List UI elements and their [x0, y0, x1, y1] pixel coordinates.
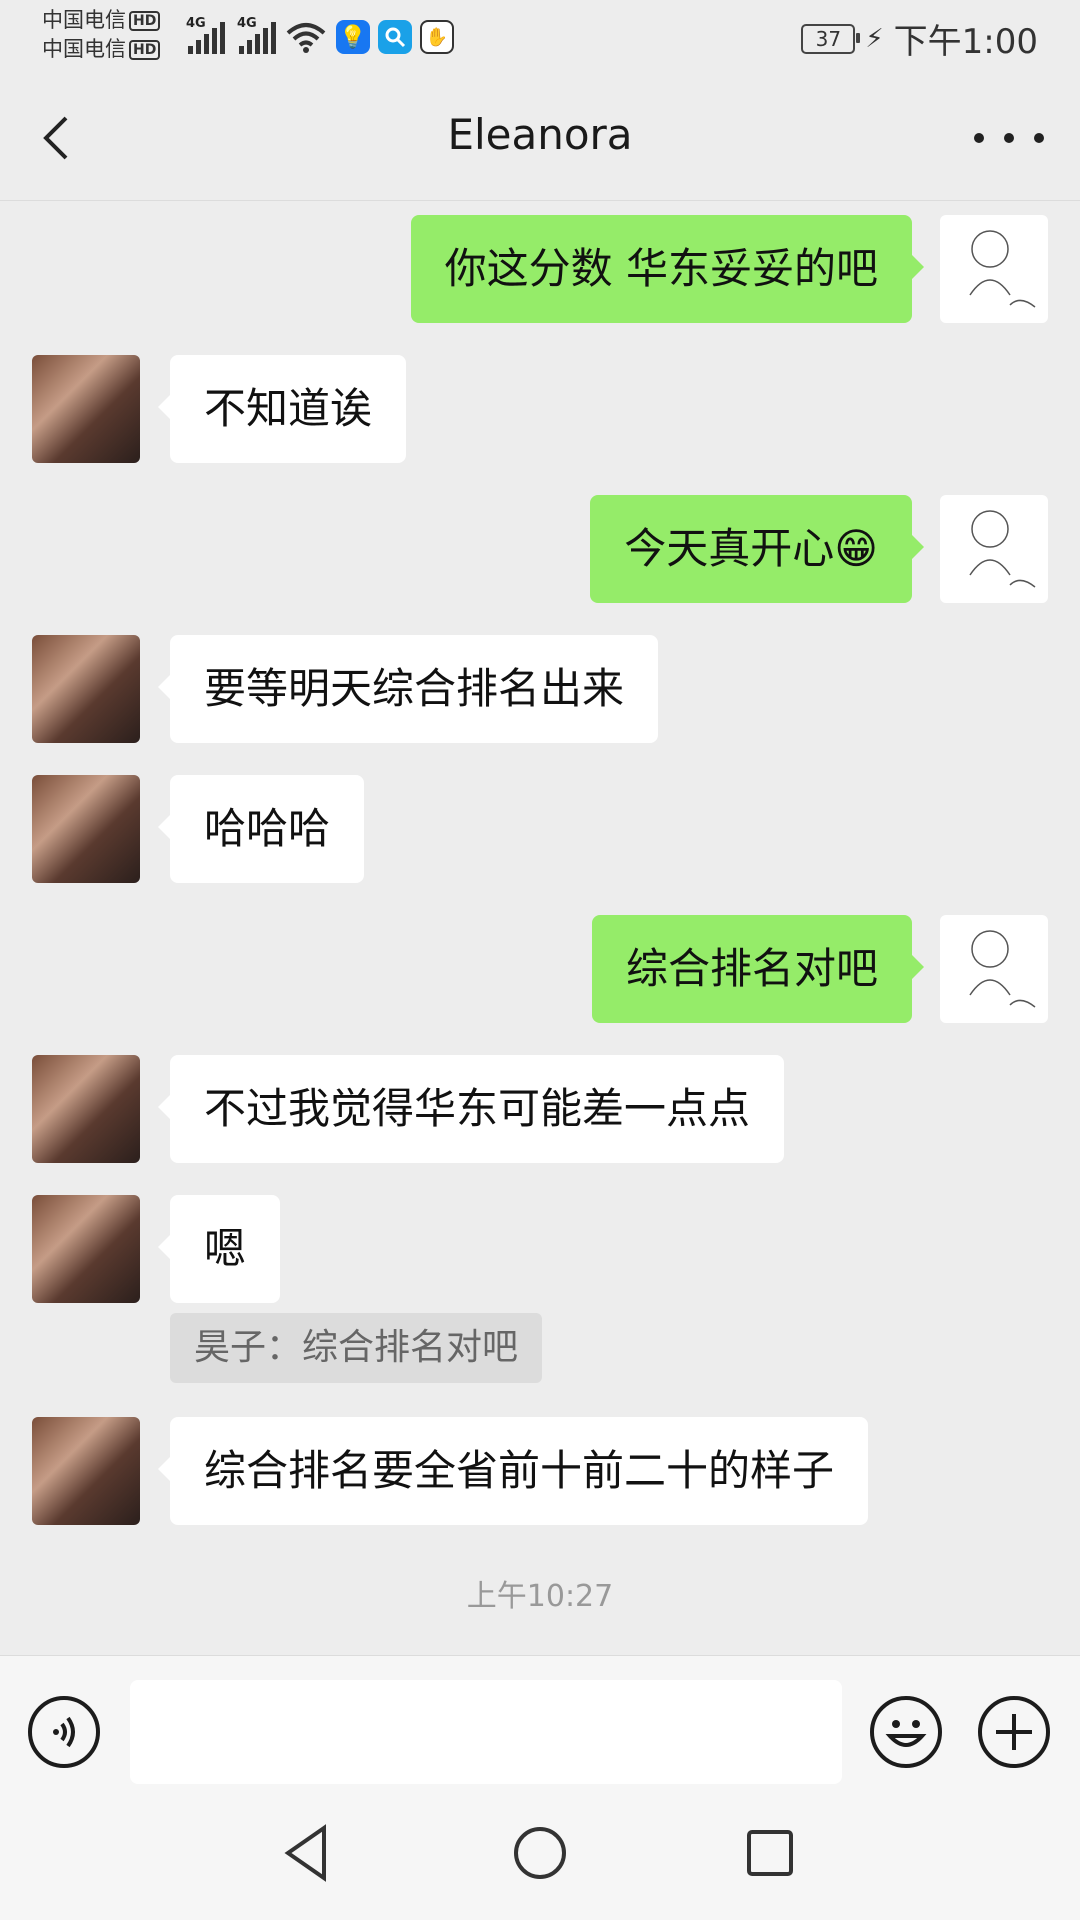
contact-avatar[interactable]	[32, 1417, 140, 1525]
carrier-2: 中国电信	[42, 37, 126, 61]
chat-title: Eleanora	[447, 110, 633, 159]
status-icons: 4G 4G 💡 ✋	[186, 14, 454, 60]
nav-home-icon[interactable]	[505, 1818, 575, 1888]
contact-avatar[interactable]	[32, 1055, 140, 1163]
more-options-icon[interactable]	[974, 116, 1044, 160]
contact-avatar[interactable]	[32, 1195, 140, 1303]
contact-avatar[interactable]	[32, 635, 140, 743]
status-bar: 中国电信 HD 中国电信 HD 4G 4G 💡 ✋ 37 ⚡ 下午1:00	[0, 0, 1080, 76]
contact-avatar[interactable]	[32, 355, 140, 463]
message-bubble-sent[interactable]: 你这分数 华东妥妥的吧	[410, 215, 925, 323]
voice-input-button[interactable]	[28, 1696, 100, 1768]
my-avatar[interactable]	[940, 495, 1048, 603]
wifi-icon	[286, 23, 326, 53]
search-app-icon	[378, 20, 412, 54]
message-list[interactable]: 你这分数 华东妥妥的吧 不知道诶 今天真开心😁 要等明天综合排名出来 哈哈哈 综…	[0, 201, 1080, 1655]
hand-app-icon: ✋	[420, 20, 454, 54]
message-bubble-received[interactable]: 要等明天综合排名出来	[157, 635, 659, 743]
carrier-info: 中国电信 HD 中国电信 HD	[42, 6, 161, 64]
contact-avatar[interactable]	[32, 775, 140, 883]
my-avatar[interactable]	[940, 215, 1048, 323]
emoji-button[interactable]	[870, 1696, 942, 1768]
system-navigation-bar	[0, 1786, 1080, 1920]
bulb-app-icon: 💡	[336, 20, 370, 54]
input-bar	[0, 1655, 1080, 1786]
battery-icon: 37	[801, 23, 861, 54]
message-bubble-received[interactable]: 哈哈哈	[157, 775, 365, 883]
message-bubble-received[interactable]: 嗯	[157, 1195, 281, 1303]
charging-icon: ⚡	[865, 23, 884, 54]
signal-icon: 4G	[237, 16, 276, 54]
more-functions-button[interactable]	[978, 1696, 1050, 1768]
nav-back-icon[interactable]	[272, 1818, 342, 1888]
message-bubble-sent[interactable]: 综合排名对吧	[591, 915, 925, 1023]
message-timestamp: 上午10:27	[466, 1579, 614, 1614]
message-bubble-received[interactable]: 不过我觉得华东可能差一点点	[157, 1055, 785, 1163]
carrier-1: 中国电信	[42, 8, 126, 32]
plus-icon	[996, 1714, 1032, 1750]
message-input[interactable]	[130, 1680, 842, 1784]
message-bubble-received[interactable]: 不知道诶	[157, 355, 407, 463]
hd-badge: HD	[129, 11, 161, 31]
message-bubble-sent[interactable]: 今天真开心😁	[590, 495, 924, 603]
smiley-icon	[885, 1720, 927, 1747]
chat-header: Eleanora	[0, 76, 1080, 201]
my-avatar[interactable]	[940, 915, 1048, 1023]
message-bubble-received[interactable]: 综合排名要全省前十前二十的样子	[157, 1417, 869, 1525]
nav-recents-icon[interactable]	[735, 1818, 805, 1888]
status-time: 下午1:00	[893, 22, 1038, 62]
hd-badge: HD	[129, 40, 161, 60]
signal-icon: 4G	[186, 16, 225, 54]
status-right: 37 ⚡ 下午1:00	[801, 14, 1038, 63]
quoted-message[interactable]: 昊子：综合排名对吧	[170, 1313, 543, 1383]
voice-icon	[53, 1716, 75, 1748]
